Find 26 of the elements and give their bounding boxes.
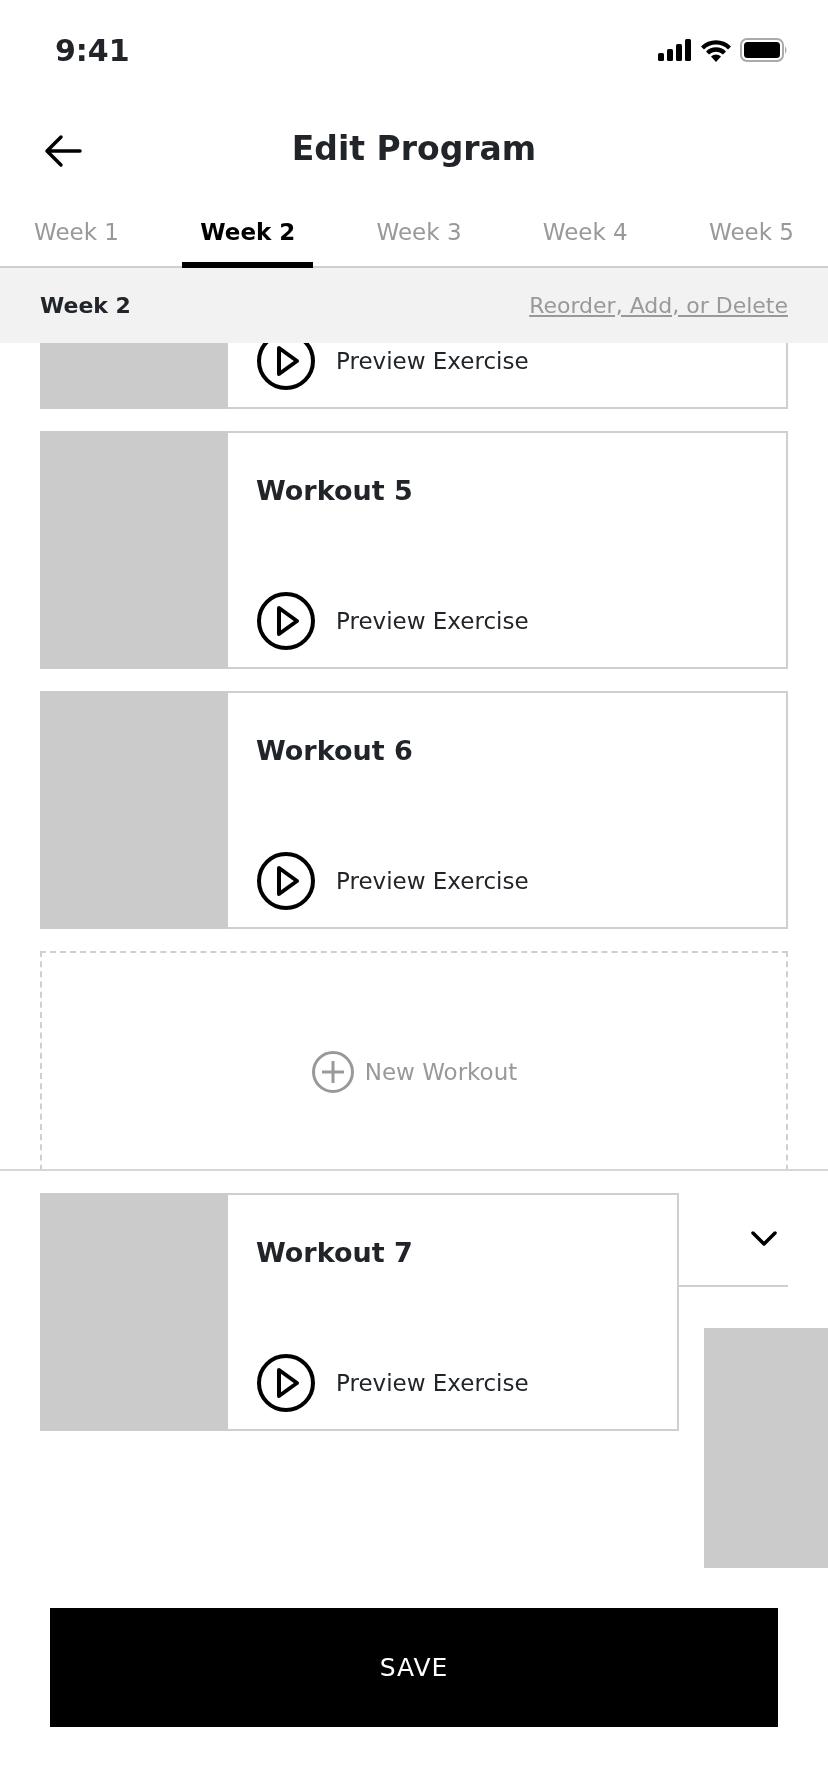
play-icon[interactable] — [256, 591, 316, 651]
back-arrow-icon — [44, 134, 82, 168]
chevron-down-icon[interactable] — [750, 1230, 778, 1248]
play-icon[interactable] — [256, 1353, 316, 1413]
workout-title: Workout 7 — [256, 1236, 414, 1270]
section-title: Week 2 — [40, 292, 131, 320]
wifi-icon — [700, 38, 732, 62]
workout-card[interactable]: Workout 6 Preview Exercise — [40, 691, 788, 929]
preview-link[interactable]: Preview Exercise — [336, 343, 529, 379]
workout-card[interactable]: Workout 5 Preview Exercise — [40, 431, 788, 669]
play-icon[interactable] — [256, 851, 316, 911]
play-icon[interactable] — [256, 343, 316, 391]
preview-link[interactable]: Preview Exercise — [336, 1365, 529, 1401]
preview-link[interactable]: Preview Exercise — [336, 863, 529, 899]
save-button[interactable]: SAVE — [50, 1608, 778, 1727]
status-time: 9:41 — [55, 31, 130, 70]
workout-card[interactable]: Workout 7 Preview Exercise — [40, 1193, 679, 1431]
workout-title: Workout 5 — [256, 474, 414, 508]
preview-link[interactable]: Preview Exercise — [336, 603, 529, 639]
signal-icon — [658, 39, 692, 61]
plus-icon — [310, 1050, 355, 1094]
page-title: Edit Program — [291, 128, 537, 170]
battery-icon — [740, 38, 788, 62]
workout-card[interactable]: Preview Exercise — [40, 343, 788, 409]
workout-title: Workout 6 — [256, 734, 414, 768]
back-button[interactable] — [44, 134, 82, 168]
